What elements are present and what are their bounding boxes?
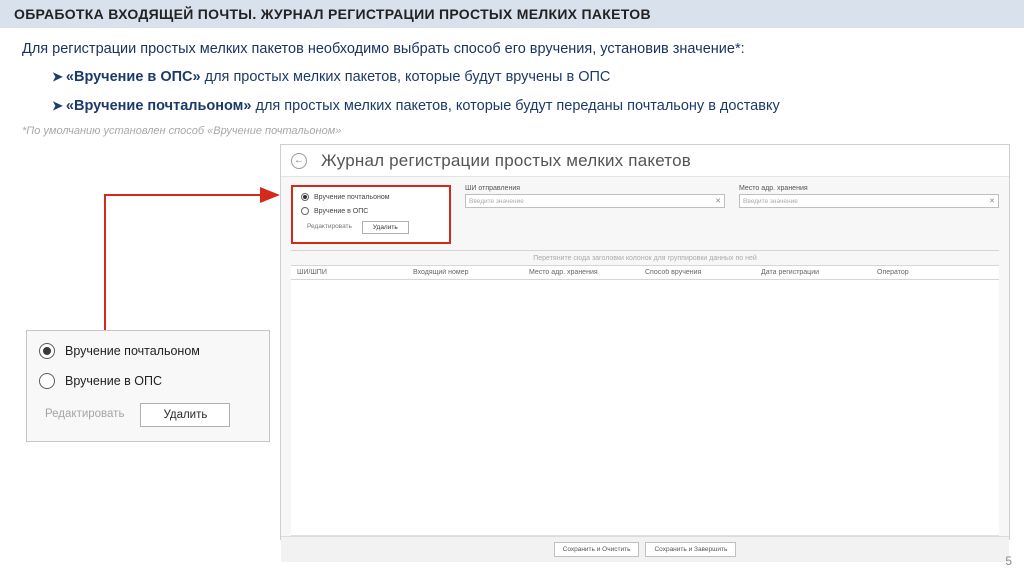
top-panel: Вручение почтальоном Вручение в ОПС Реда… [281, 177, 1009, 250]
app-titlebar: ← Журнал регистрации простых мелких паке… [281, 145, 1009, 177]
field-shi-input[interactable]: Введите значение ✕ [465, 194, 725, 208]
app-window: ← Журнал регистрации простых мелких паке… [280, 144, 1010, 540]
field-shi-placeholder: Введите значение [469, 198, 524, 205]
radio-ops[interactable]: Вручение в ОПС [39, 373, 257, 389]
field-storage-placeholder: Введите значение [743, 198, 798, 205]
col-storage[interactable]: Место адр. хранения [529, 269, 645, 276]
bullet-1-rest: для простых мелких пакетов, которые буду… [201, 69, 611, 85]
footnote: *По умолчанию установлен способ «Вручени… [22, 123, 1002, 140]
radio-postman[interactable]: Вручение почтальоном [39, 343, 257, 359]
bullet-1: ➤ «Вручение в ОПС» для простых мелких па… [52, 66, 1002, 88]
page-header: ОБРАБОТКА ВХОДЯЩЕЙ ПОЧТЫ. ЖУРНАЛ РЕГИСТР… [0, 0, 1024, 28]
bullet-2-rest: для простых мелких пакетов, которые буду… [251, 98, 779, 114]
bullet-2-bold: «Вручение почтальоном» [66, 98, 252, 114]
page-number: 5 [1005, 554, 1012, 568]
bullet-1-bold: «Вручение в ОПС» [66, 69, 201, 85]
radio-ops-mini[interactable]: Вручение в ОПС [301, 207, 441, 215]
delete-button[interactable]: Удалить [140, 403, 230, 427]
delete-mini-button[interactable]: Удалить [362, 221, 409, 234]
app-title: Журнал регистрации простых мелких пакето… [321, 151, 691, 171]
callout-button-row: Редактировать Удалить [39, 403, 257, 427]
radio-dot-icon [301, 193, 309, 201]
radio-postman-label: Вручение почтальоном [65, 344, 200, 358]
callout-arrow [100, 175, 300, 345]
bullet-arrow-icon: ➤ [52, 67, 63, 89]
field-shi: ШИ отправления Введите значение ✕ [465, 185, 725, 244]
save-clear-button[interactable]: Сохранить и Очистить [554, 542, 640, 557]
grouping-hint: Перетяните сюда заголовки колонок для гр… [281, 251, 1009, 265]
clear-icon[interactable]: ✕ [715, 197, 721, 205]
content: Для регистрации простых мелких пакетов н… [0, 28, 1024, 140]
col-date[interactable]: Дата регистрации [761, 269, 877, 276]
save-finish-button[interactable]: Сохранить и Завершить [645, 542, 736, 557]
clear-icon[interactable]: ✕ [989, 197, 995, 205]
field-storage-input[interactable]: Введите значение ✕ [739, 194, 999, 208]
table-body [291, 280, 999, 536]
col-operator[interactable]: Оператор [877, 269, 993, 276]
radio-ops-label: Вручение в ОПС [65, 374, 162, 388]
back-icon[interactable]: ← [291, 153, 307, 169]
bullet-arrow-icon: ➤ [52, 96, 63, 118]
radio-dot-icon [301, 207, 309, 215]
radio-postman-mini[interactable]: Вручение почтальоном [301, 193, 441, 201]
delivery-method-callout: Вручение почтальоном Вручение в ОПС Реда… [26, 330, 270, 442]
mini-button-row: Редактировать Удалить [301, 221, 441, 234]
page-title: ОБРАБОТКА ВХОДЯЩЕЙ ПОЧТЫ. ЖУРНАЛ РЕГИСТР… [14, 6, 651, 22]
bullet-2: ➤ «Вручение почтальоном» для простых мел… [52, 95, 1002, 117]
field-storage: Место адр. хранения Введите значение ✕ [739, 185, 999, 244]
col-method[interactable]: Способ вручения [645, 269, 761, 276]
field-shi-label: ШИ отправления [465, 185, 725, 192]
table-header: ШИ/ШПИ Входящий номер Место адр. хранени… [291, 265, 999, 280]
delivery-method-box: Вручение почтальоном Вручение в ОПС Реда… [291, 185, 451, 244]
radio-ops-mini-label: Вручение в ОПС [314, 208, 368, 215]
edit-mini-button[interactable]: Редактировать [301, 221, 358, 234]
radio-dot-icon [39, 373, 55, 389]
field-storage-label: Место адр. хранения [739, 185, 999, 192]
radio-postman-mini-label: Вручение почтальоном [314, 194, 390, 201]
col-shi[interactable]: ШИ/ШПИ [297, 269, 413, 276]
intro-text: Для регистрации простых мелких пакетов н… [22, 38, 1002, 60]
edit-button[interactable]: Редактировать [39, 403, 130, 427]
bottom-buttons: Сохранить и Очистить Сохранить и Заверши… [281, 536, 1009, 562]
col-incoming[interactable]: Входящий номер [413, 269, 529, 276]
radio-dot-icon [39, 343, 55, 359]
fields-row: ШИ отправления Введите значение ✕ Место … [465, 185, 999, 244]
